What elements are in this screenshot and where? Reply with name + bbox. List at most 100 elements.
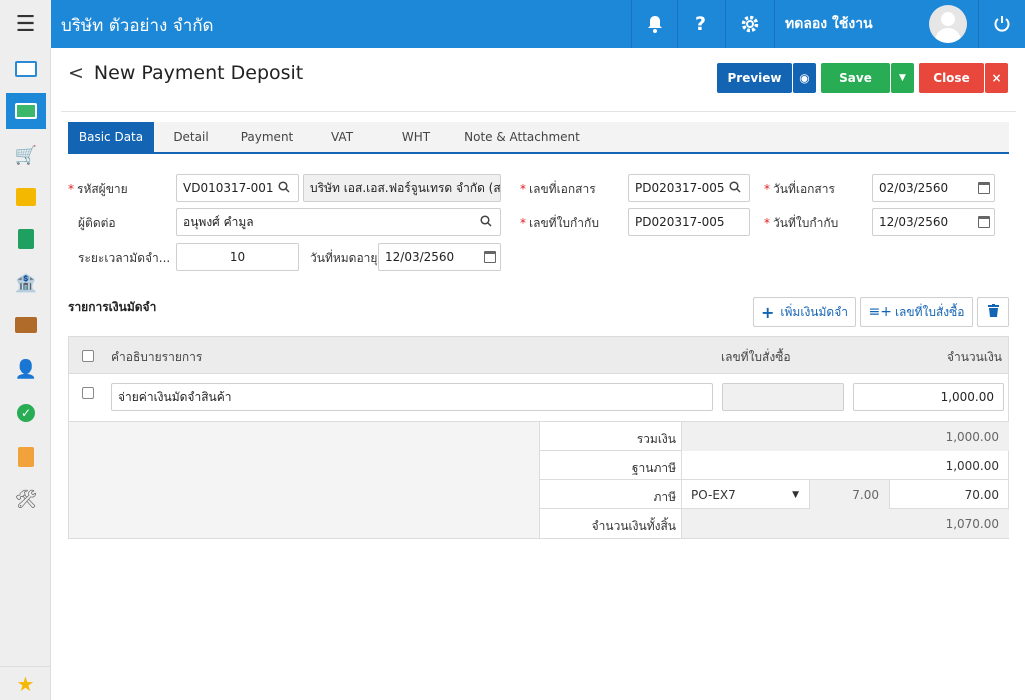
tab-payment[interactable]: Payment [232, 122, 302, 152]
tax-invoice-date-input[interactable]: 12/03/2560 [872, 208, 995, 236]
vendor-name-field: บริษัท เอส.เอส.ฟอร์จูนเทรด จำกัด (ส [303, 174, 501, 202]
vendor-code-label: * รหัสผู้ขาย [68, 182, 128, 196]
doc-no-label: * เลขที่เอกสาร [520, 182, 596, 196]
contact-label: ผู้ติดต่อ [78, 216, 116, 230]
plus-icon: + [761, 302, 775, 322]
tax-base-input[interactable]: 1,000.00 [681, 451, 1009, 480]
sidebar-item-contacts[interactable]: 👤 [6, 351, 46, 387]
calendar-icon[interactable] [484, 251, 496, 263]
back-chevron-icon[interactable]: < [68, 62, 84, 84]
search-icon[interactable] [480, 215, 494, 229]
sidebar-item-wallet[interactable] [6, 307, 46, 343]
tools-icon: 🛠 [14, 488, 38, 510]
settings-gear-icon[interactable] [725, 0, 774, 48]
tax-code-select[interactable]: PO-EX7 ▼ [681, 480, 809, 509]
sidebar-item-dashboard[interactable] [6, 51, 46, 87]
summary-box: รวมเงิน 1,000.00 ฐานภาษี 1,000.00 ภาษี P… [539, 422, 1009, 538]
total-label: รวมเงิน [636, 432, 676, 446]
search-icon[interactable] [278, 181, 292, 195]
tab-bar: Basic Data Detail Payment VAT WHT Note &… [68, 122, 1009, 154]
power-logout-icon[interactable] [978, 0, 1025, 48]
add-deposit-button[interactable]: + เพิ่มเงินมัดจำ [753, 297, 856, 327]
tax-base-label: ฐานภาษี [631, 461, 676, 475]
close-button[interactable]: Close [919, 63, 984, 93]
notification-bell-icon[interactable] [631, 0, 677, 48]
row-amount-input[interactable]: 1,000.00 [853, 383, 1004, 411]
deposit-period-input[interactable]: 10 [176, 243, 299, 271]
expiry-date-label: วันที่หมดอายุ [310, 251, 378, 265]
header-description: คำอธิบายรายการ [111, 350, 203, 364]
sidebar-item-accounting[interactable] [6, 221, 46, 257]
expiry-date-input[interactable]: 12/03/2560 [378, 243, 501, 271]
company-name: บริษัท ตัวอย่าง จำกัด [61, 16, 214, 36]
summary-grand-total-row: จำนวนเงินทั้งสิ้น 1,070.00 [540, 509, 1009, 538]
tab-note-attachment[interactable]: Note & Attachment [462, 122, 582, 152]
tax-amount-input[interactable]: 70.00 [889, 480, 1009, 509]
favorites-star-icon[interactable]: ★ [0, 666, 51, 700]
sidebar-item-bank[interactable]: 🏦 [6, 265, 46, 301]
sidebar-item-tools[interactable]: 🛠 [6, 481, 46, 517]
doc-date-input[interactable]: 02/03/2560 [872, 174, 995, 202]
top-bar: ☰ บริษัท ตัวอย่าง จำกัด ? ทดลอง ใช้งาน [0, 0, 1025, 48]
table-header: คำอธิบายรายการ เลขที่ใบสั่งซื้อ จำนวนเงิ… [69, 337, 1008, 374]
caret-down-icon: ▼ [792, 489, 799, 500]
deposit-items-title: รายการเงินมัดจำ [68, 300, 157, 314]
save-dropdown-button[interactable]: ▼ [891, 63, 914, 93]
calendar-icon[interactable] [978, 216, 990, 228]
delete-button[interactable] [977, 297, 1009, 327]
table-row: จ่ายค่าเงินมัดจำสินค้า 1,000.00 [69, 374, 1008, 422]
select-all-checkbox[interactable] [82, 350, 94, 362]
header-amount: จำนวนเงิน [946, 350, 1002, 364]
row-po-no-field [722, 383, 844, 411]
tax-invoice-date-label: * วันที่ใบกำกับ [764, 216, 839, 230]
row-checkbox[interactable] [82, 387, 94, 399]
tab-vat[interactable]: VAT [318, 122, 366, 152]
tax-rate-field: 7.00 [809, 480, 889, 509]
hamburger-menu-icon[interactable]: ☰ [0, 0, 51, 48]
row-description-input[interactable]: จ่ายค่าเงินมัดจำสินค้า [111, 383, 713, 411]
contact-input[interactable]: อนุพงศ์ คำมูล [176, 208, 501, 236]
caret-down-icon: ▼ [899, 73, 906, 83]
preview-button[interactable]: Preview [717, 63, 792, 93]
total-value: 1,000.00 [681, 422, 1009, 451]
username[interactable]: ทดลอง ใช้งาน [774, 0, 924, 48]
close-x-button[interactable]: × [985, 63, 1008, 93]
summary-total-row: รวมเงิน 1,000.00 [540, 422, 1009, 451]
sidebar: 🛒 🏦 👤 ✓ 🛠 ★ [0, 48, 51, 700]
user-avatar[interactable] [929, 5, 967, 43]
calendar-icon[interactable] [978, 182, 990, 194]
preview-eye-button[interactable]: ◉ [793, 63, 816, 93]
money-icon [15, 103, 37, 119]
divider [61, 111, 1016, 112]
sidebar-item-purchase[interactable]: 🛒 [6, 137, 46, 173]
tab-basic-data[interactable]: Basic Data [68, 122, 154, 152]
header-po-no: เลขที่ใบสั่งซื้อ [721, 350, 791, 364]
deposit-period-label: ระยะเวลามัดจำ... [78, 251, 171, 265]
help-icon[interactable]: ? [677, 0, 723, 48]
save-button[interactable]: Save [821, 63, 890, 93]
grand-total-value: 1,070.00 [681, 509, 1009, 538]
sidebar-item-inventory[interactable] [6, 179, 46, 215]
book-icon [18, 229, 34, 249]
summary-tax-base-row: ฐานภาษี 1,000.00 [540, 451, 1009, 480]
tab-wht[interactable]: WHT [390, 122, 442, 152]
close-icon: × [991, 71, 1002, 85]
tax-invoice-no-label: * เลขที่ใบกำกับ [520, 216, 599, 230]
po-no-button[interactable]: ≡+ เลขที่ใบสั่งซื้อ [860, 297, 973, 327]
list-add-icon: ≡+ [868, 304, 892, 320]
sidebar-item-reports[interactable] [6, 439, 46, 475]
check-circle-icon: ✓ [17, 404, 35, 422]
page-title: < New Payment Deposit [68, 62, 304, 84]
shopping-cart-icon: 🛒 [14, 144, 38, 166]
sidebar-item-approval[interactable]: ✓ [6, 395, 46, 431]
report-icon [18, 447, 34, 467]
doc-no-input[interactable]: PD020317-005 [628, 174, 750, 202]
vendor-code-input[interactable]: VD010317-001 [176, 174, 299, 202]
sidebar-item-finance[interactable] [6, 93, 46, 129]
trash-icon [987, 304, 999, 320]
person-icon: 👤 [14, 358, 38, 380]
tax-invoice-no-input[interactable]: PD020317-005 [628, 208, 750, 236]
search-icon[interactable] [729, 181, 743, 195]
tax-label: ภาษี [653, 490, 676, 504]
tab-detail[interactable]: Detail [164, 122, 218, 152]
